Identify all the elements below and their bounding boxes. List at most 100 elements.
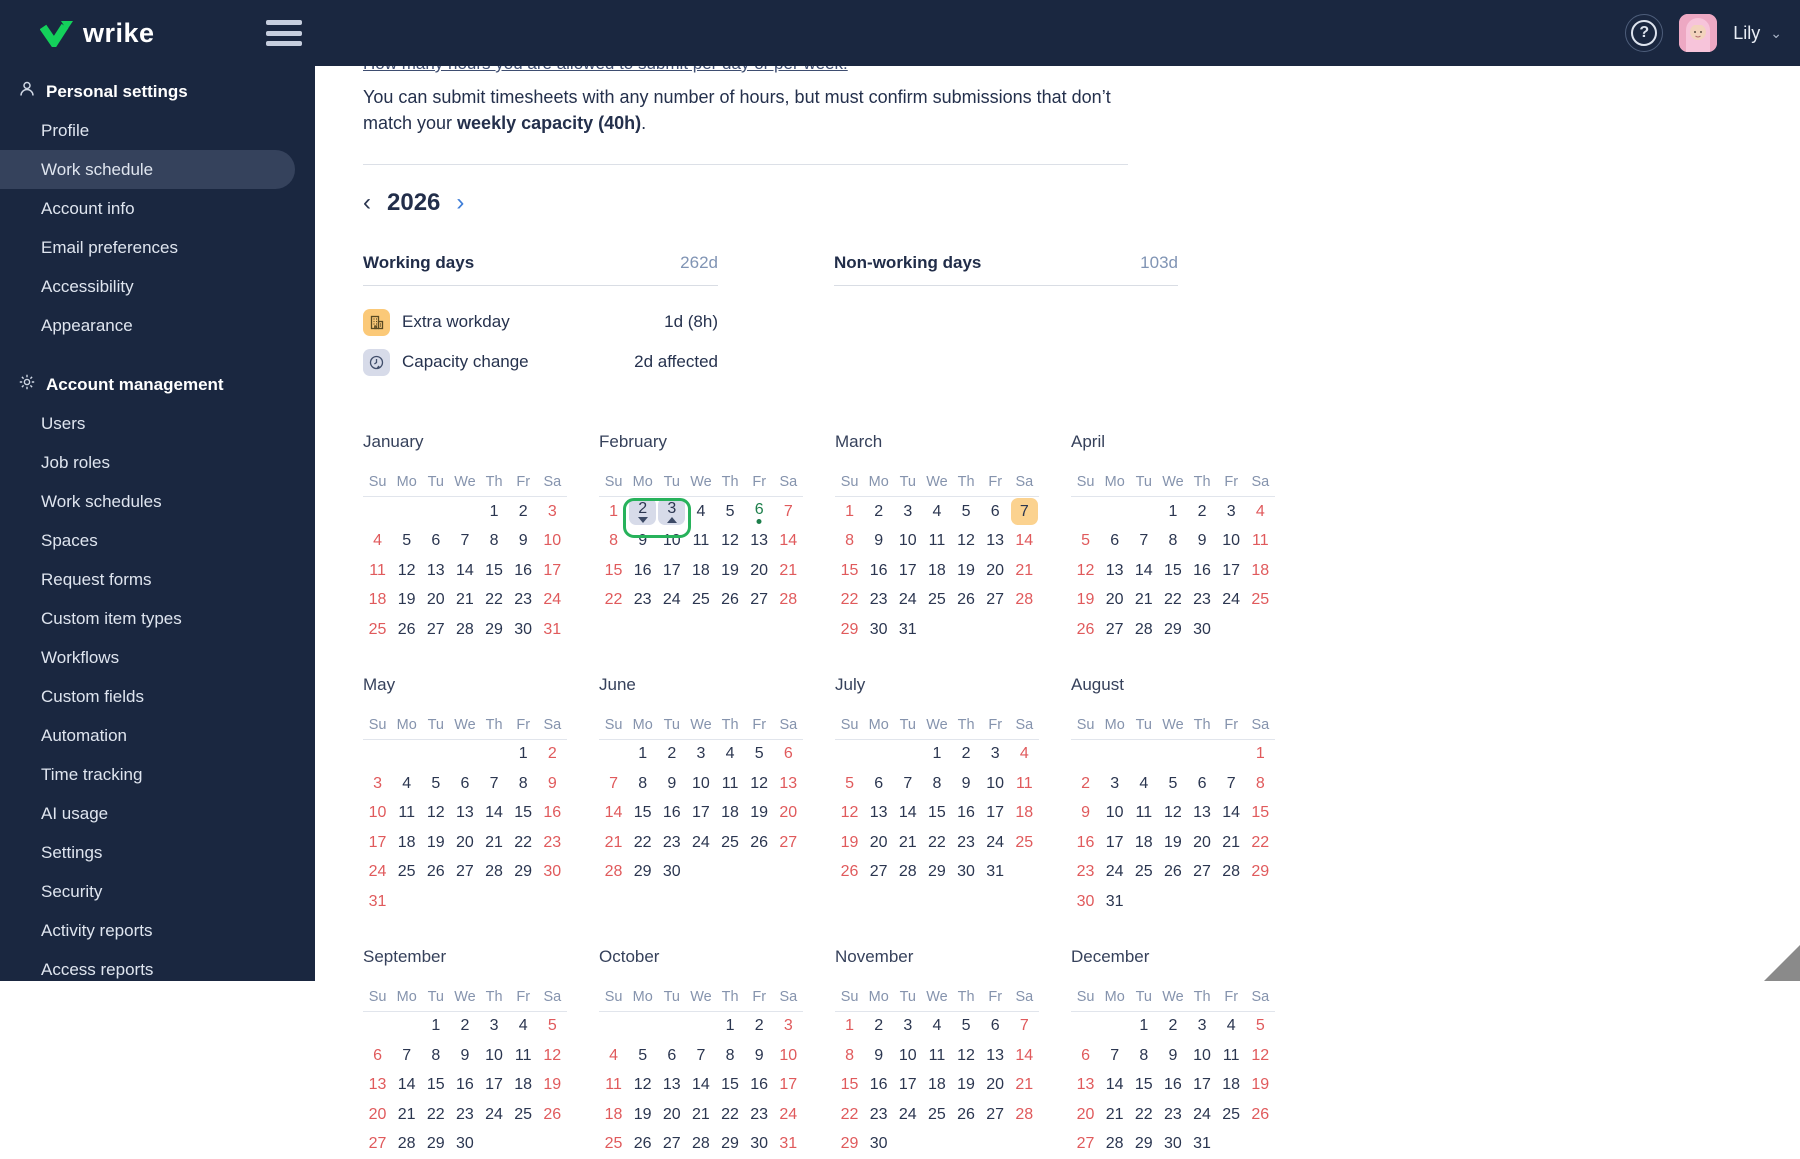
day-january-16[interactable]: 16 [509,556,538,586]
day-december-17[interactable]: 17 [1188,1071,1217,1101]
day-april-17[interactable]: 17 [1217,556,1246,586]
day-january-27[interactable]: 27 [421,615,450,645]
day-february-28[interactable]: 28 [774,586,803,616]
day-march-25[interactable]: 25 [922,586,951,616]
day-august-16[interactable]: 16 [1071,828,1100,858]
day-december-1[interactable]: 1 [1129,1012,1158,1042]
avatar[interactable] [1679,14,1717,52]
sidebar-item-users[interactable]: Users [0,404,315,443]
day-october-31[interactable]: 31 [774,1130,803,1159]
day-may-1[interactable]: 1 [509,740,538,770]
day-february-6[interactable]: 6 [745,497,774,527]
day-august-15[interactable]: 15 [1246,799,1275,829]
day-july-1[interactable]: 1 [922,740,951,770]
sidebar-item-activity-reports[interactable]: Activity reports [0,911,315,950]
day-december-5[interactable]: 5 [1246,1012,1275,1042]
day-november-6[interactable]: 6 [981,1012,1010,1042]
user-name[interactable]: Lily [1733,23,1760,44]
sidebar-item-account-info[interactable]: Account info [0,189,315,228]
day-april-11[interactable]: 11 [1246,527,1275,557]
day-march-10[interactable]: 10 [893,527,922,557]
day-september-28[interactable]: 28 [392,1130,421,1159]
day-may-25[interactable]: 25 [392,858,421,888]
day-february-1[interactable]: 1 [599,497,628,527]
day-june-4[interactable]: 4 [716,740,745,770]
day-october-26[interactable]: 26 [628,1130,657,1159]
day-april-24[interactable]: 24 [1217,586,1246,616]
day-november-5[interactable]: 5 [952,1012,981,1042]
day-january-3[interactable]: 3 [538,497,567,527]
day-october-8[interactable]: 8 [716,1041,745,1071]
day-december-20[interactable]: 20 [1071,1100,1100,1130]
day-march-17[interactable]: 17 [893,556,922,586]
day-march-2[interactable]: 2 [864,497,893,527]
day-october-24[interactable]: 24 [774,1100,803,1130]
day-july-21[interactable]: 21 [893,828,922,858]
day-november-10[interactable]: 10 [893,1041,922,1071]
day-november-23[interactable]: 23 [864,1100,893,1130]
day-november-21[interactable]: 21 [1010,1071,1039,1101]
day-january-6[interactable]: 6 [421,527,450,557]
day-april-12[interactable]: 12 [1071,556,1100,586]
day-august-14[interactable]: 14 [1217,799,1246,829]
day-november-14[interactable]: 14 [1010,1041,1039,1071]
day-march-11[interactable]: 11 [922,527,951,557]
day-august-8[interactable]: 8 [1246,769,1275,799]
day-january-14[interactable]: 14 [450,556,479,586]
day-july-25[interactable]: 25 [1010,828,1039,858]
day-september-20[interactable]: 20 [363,1100,392,1130]
day-december-11[interactable]: 11 [1217,1041,1246,1071]
day-march-9[interactable]: 9 [864,527,893,557]
day-february-3[interactable]: 3 [657,497,686,527]
day-april-30[interactable]: 30 [1188,615,1217,645]
day-june-3[interactable]: 3 [686,740,715,770]
sidebar-item-work-schedule[interactable]: Work schedule [0,150,295,189]
day-december-31[interactable]: 31 [1188,1130,1217,1159]
day-august-2[interactable]: 2 [1071,769,1100,799]
day-april-28[interactable]: 28 [1129,615,1158,645]
day-june-8[interactable]: 8 [628,769,657,799]
day-january-15[interactable]: 15 [480,556,509,586]
sidebar-item-ai-usage[interactable]: AI usage [0,794,315,833]
day-april-1[interactable]: 1 [1158,497,1187,527]
day-november-3[interactable]: 3 [893,1012,922,1042]
day-june-2[interactable]: 2 [657,740,686,770]
day-november-13[interactable]: 13 [981,1041,1010,1071]
day-april-19[interactable]: 19 [1071,586,1100,616]
day-february-4[interactable]: 4 [686,497,715,527]
day-may-13[interactable]: 13 [450,799,479,829]
day-august-4[interactable]: 4 [1129,769,1158,799]
day-april-25[interactable]: 25 [1246,586,1275,616]
day-november-8[interactable]: 8 [835,1041,864,1071]
help-icon[interactable]: ? [1625,14,1663,52]
day-april-13[interactable]: 13 [1100,556,1129,586]
day-december-16[interactable]: 16 [1158,1071,1187,1101]
day-december-24[interactable]: 24 [1188,1100,1217,1130]
day-october-10[interactable]: 10 [774,1041,803,1071]
day-may-19[interactable]: 19 [421,828,450,858]
day-april-20[interactable]: 20 [1100,586,1129,616]
day-january-8[interactable]: 8 [480,527,509,557]
day-july-12[interactable]: 12 [835,799,864,829]
day-june-1[interactable]: 1 [628,740,657,770]
day-june-13[interactable]: 13 [774,769,803,799]
day-august-23[interactable]: 23 [1071,858,1100,888]
day-september-12[interactable]: 12 [538,1041,567,1071]
day-july-22[interactable]: 22 [922,828,951,858]
day-january-4[interactable]: 4 [363,527,392,557]
day-may-31[interactable]: 31 [363,887,392,917]
day-october-13[interactable]: 13 [657,1071,686,1101]
day-september-9[interactable]: 9 [450,1041,479,1071]
day-march-19[interactable]: 19 [952,556,981,586]
day-july-23[interactable]: 23 [952,828,981,858]
day-june-24[interactable]: 24 [686,828,715,858]
day-february-14[interactable]: 14 [774,527,803,557]
day-february-12[interactable]: 12 [716,527,745,557]
day-may-12[interactable]: 12 [421,799,450,829]
day-april-14[interactable]: 14 [1129,556,1158,586]
day-january-26[interactable]: 26 [392,615,421,645]
day-june-23[interactable]: 23 [657,828,686,858]
day-january-18[interactable]: 18 [363,586,392,616]
day-june-6[interactable]: 6 [774,740,803,770]
day-october-5[interactable]: 5 [628,1041,657,1071]
